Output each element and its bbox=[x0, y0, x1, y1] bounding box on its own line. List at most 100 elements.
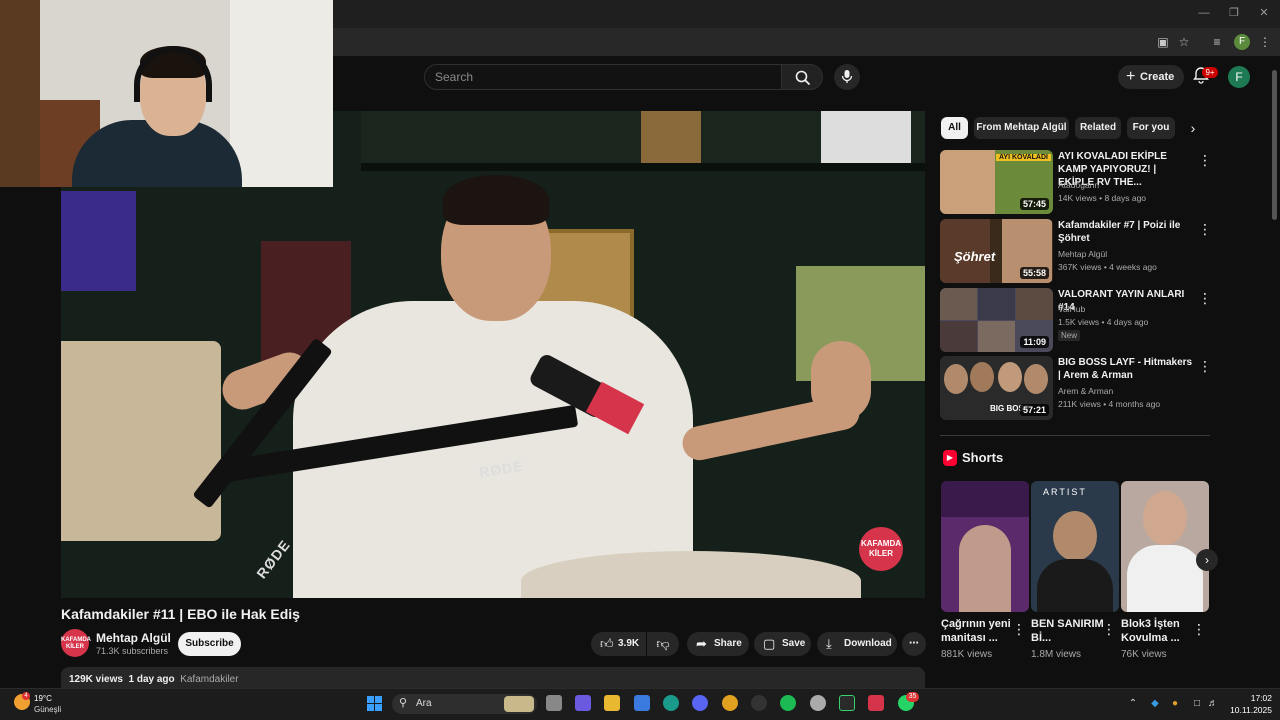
video-thumbnail: BIG BOSS 57:21 bbox=[940, 356, 1053, 420]
download-button[interactable]: ⤓ Download bbox=[817, 632, 897, 656]
dislike-button[interactable]: 👎︎ bbox=[647, 632, 679, 656]
bookmark-star-icon[interactable]: ☆ bbox=[1176, 34, 1192, 50]
spotify-icon[interactable] bbox=[780, 695, 796, 711]
file-explorer-icon[interactable] bbox=[604, 695, 620, 711]
recommendation-item[interactable]: BIG BOSS 57:21 BIG BOSS LAYF - Hitmakers… bbox=[940, 356, 1215, 422]
reading-list-icon[interactable]: ≡ bbox=[1209, 34, 1225, 50]
kebab-menu-icon[interactable]: ⋮ bbox=[1198, 290, 1212, 307]
kebab-menu-icon[interactable]: ⋮ bbox=[1198, 221, 1212, 238]
settings-gear-icon[interactable] bbox=[810, 695, 826, 711]
store-icon[interactable] bbox=[634, 695, 650, 711]
search-icon bbox=[795, 70, 811, 86]
chevron-right-icon[interactable]: › bbox=[1196, 549, 1218, 571]
chip-from-channel[interactable]: From Mehtap Algül bbox=[974, 117, 1069, 139]
pocket-app-icon[interactable] bbox=[868, 695, 884, 711]
search-input[interactable]: Search bbox=[424, 64, 782, 90]
security-shield-icon[interactable]: ◆ bbox=[1148, 697, 1162, 711]
short-thumbnail[interactable]: ARTIST bbox=[1031, 481, 1119, 612]
clock-date[interactable]: 10.11.2025 bbox=[1228, 705, 1272, 715]
chip-all[interactable]: All bbox=[941, 117, 968, 139]
discord-icon[interactable] bbox=[692, 695, 708, 711]
thumbnail-caption: AYI KOVALADI bbox=[996, 154, 1051, 161]
chip-for-you[interactable]: For you bbox=[1127, 117, 1175, 139]
weather-temperature[interactable]: 19°C bbox=[34, 694, 52, 703]
thumbnail-face bbox=[944, 364, 968, 394]
edge-icon[interactable] bbox=[663, 695, 679, 711]
recommendation-item[interactable]: 11:09 VALORANT YAYIN ANLARI #14 ValHub 1… bbox=[940, 288, 1215, 354]
more-actions-button[interactable]: ⋯ bbox=[902, 632, 926, 656]
subscribe-button[interactable]: Subscribe bbox=[178, 632, 241, 656]
kebab-menu-icon[interactable]: ⋮ bbox=[1012, 621, 1026, 638]
clock-time[interactable]: 17:02 bbox=[1248, 693, 1272, 703]
video-thumbnail: AYI KOVALADI 57:45 bbox=[940, 150, 1053, 214]
notification-badge: 9+ bbox=[1202, 67, 1218, 78]
thumbnail-caption: Şöhret bbox=[954, 249, 996, 264]
thumbs-up-icon: 👍︎ bbox=[600, 636, 614, 651]
copilot-icon[interactable] bbox=[575, 695, 591, 711]
video-thumbnail: 11:09 bbox=[940, 288, 1053, 352]
kebab-menu-icon[interactable]: ⋮ bbox=[1102, 621, 1116, 638]
purple-painting bbox=[61, 191, 136, 291]
page-scrollbar[interactable] bbox=[1272, 70, 1277, 220]
taskbar-search[interactable]: ⚲ Ara bbox=[392, 694, 537, 714]
search-button[interactable] bbox=[781, 64, 823, 90]
short-person-head bbox=[1053, 511, 1097, 561]
user-avatar[interactable]: F bbox=[1228, 66, 1250, 88]
steam-icon[interactable] bbox=[751, 695, 767, 711]
search-highlight-image bbox=[504, 696, 534, 712]
recommendation-item[interactable]: Şöhret 55:58 Kafamdakiler #7 | Poizi ile… bbox=[940, 219, 1215, 285]
recommendation-channel: Arem & Arman bbox=[1058, 386, 1114, 396]
short-thumbnail[interactable] bbox=[1121, 481, 1209, 612]
volume-icon[interactable]: ♬ bbox=[1206, 697, 1220, 711]
short-top-frame bbox=[941, 481, 1029, 517]
kebab-menu-icon[interactable]: ⋮ bbox=[1198, 358, 1212, 375]
video-tag[interactable]: Kafamdakiler bbox=[180, 674, 238, 685]
create-button[interactable]: + Create bbox=[1118, 65, 1184, 89]
thumbnail-cell bbox=[940, 288, 977, 320]
recommendation-item[interactable]: AYI KOVALADI 57:45 AYI KOVALADI EKİPLE K… bbox=[940, 150, 1215, 216]
network-icon[interactable]: □ bbox=[1190, 697, 1204, 711]
save-button[interactable]: ▢ Save bbox=[754, 632, 811, 656]
shorts-icon: ▶ bbox=[943, 450, 957, 466]
channel-name[interactable]: Mehtap Algül bbox=[96, 631, 171, 645]
short-title[interactable]: Blok3 İşten Kovulma ... bbox=[1121, 617, 1201, 645]
microphone-icon bbox=[841, 70, 853, 83]
share-button[interactable]: ➦ Share bbox=[687, 632, 749, 656]
minimize-icon[interactable]: — bbox=[1197, 6, 1211, 20]
terminal-app-icon[interactable] bbox=[839, 695, 855, 711]
voice-search-button[interactable] bbox=[834, 64, 860, 90]
browser-profile-avatar[interactable]: F bbox=[1234, 34, 1250, 50]
chrome-icon[interactable] bbox=[722, 695, 738, 711]
kebab-menu-icon[interactable]: ⋮ bbox=[1198, 152, 1212, 169]
thumbnail-cell bbox=[978, 288, 1015, 320]
channel-avatar[interactable]: KAFAMDA KİLER bbox=[61, 629, 91, 657]
short-title[interactable]: BEN SANIRIM Bİ... bbox=[1031, 617, 1111, 645]
thumbnail-face bbox=[940, 150, 995, 214]
windows-start-icon[interactable] bbox=[367, 696, 382, 711]
browser-menu-icon[interactable]: ⋮ bbox=[1257, 34, 1273, 50]
short-thumbnail[interactable] bbox=[941, 481, 1029, 612]
recommendation-channel: ValHub bbox=[1058, 304, 1086, 314]
recommendation-title: BIG BOSS LAYF - Hitmakers | Arem & Arman bbox=[1058, 357, 1193, 381]
video-title: Kafamdakiler #11 | EBO ile Hak Ediş bbox=[61, 606, 300, 622]
shorts-heading: Shorts bbox=[962, 450, 1004, 465]
microphone-tray-icon[interactable]: ● bbox=[1168, 697, 1182, 711]
download-label: Download bbox=[844, 638, 892, 649]
close-icon[interactable]: ✕ bbox=[1257, 6, 1271, 20]
install-app-icon[interactable]: ▣ bbox=[1155, 34, 1171, 50]
thumbnail-face bbox=[998, 362, 1022, 392]
chevron-right-icon[interactable]: › bbox=[1183, 118, 1203, 138]
chevron-up-icon[interactable]: ⌃ bbox=[1126, 697, 1140, 711]
weather-description[interactable]: Güneşli bbox=[34, 705, 61, 714]
chip-related[interactable]: Related bbox=[1075, 117, 1121, 139]
short-person-body bbox=[1037, 559, 1113, 612]
short-title[interactable]: Çağrının yeni manitası ... bbox=[941, 617, 1021, 645]
restore-icon[interactable]: ❐ bbox=[1227, 6, 1241, 20]
task-view-icon[interactable] bbox=[546, 695, 562, 711]
video-duration: 57:21 bbox=[1019, 404, 1049, 416]
short-views: 1.8M views bbox=[1031, 649, 1082, 660]
like-button[interactable]: 👍︎ 3.9K bbox=[591, 632, 646, 656]
recommendation-title: Kafamdakiler #7 | Poizi ile Şöhret bbox=[1058, 220, 1181, 244]
thumbnail-face bbox=[1024, 364, 1048, 394]
kebab-menu-icon[interactable]: ⋮ bbox=[1192, 621, 1206, 638]
